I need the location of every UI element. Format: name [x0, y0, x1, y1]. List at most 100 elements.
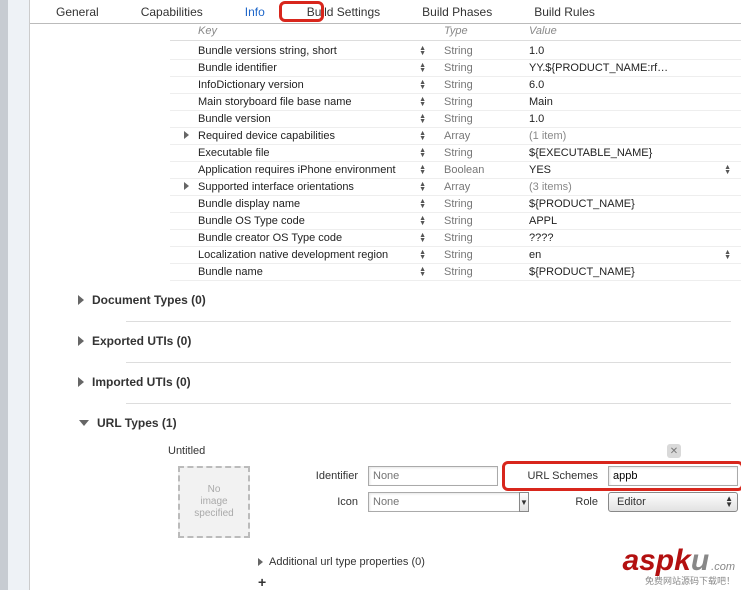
section-label: URL Types (1) — [97, 416, 177, 430]
stepper-icon[interactable] — [419, 131, 426, 141]
section-url-types[interactable]: URL Types (1) — [78, 416, 731, 430]
watermark-brand-red: aspk — [622, 544, 690, 577]
plist-table: Bundle versions string, shortString1.0Bu… — [170, 43, 741, 281]
plist-row[interactable]: InfoDictionary versionString6.0 — [170, 77, 741, 94]
tab-capabilities[interactable]: Capabilities — [135, 2, 209, 23]
stepper-icon[interactable] — [419, 46, 426, 56]
plist-type: String — [444, 215, 473, 227]
icon-combo-input[interactable] — [368, 492, 519, 512]
url-schemes-field[interactable] — [608, 466, 738, 486]
plist-header-value: Value — [525, 24, 741, 40]
plist-type: String — [444, 79, 473, 91]
plist-value: YY.${PRODUCT_NAME:rf… — [529, 62, 668, 74]
plist-key: Localization native development region — [198, 249, 388, 261]
gutter-edge — [0, 0, 8, 590]
stepper-icon[interactable] — [419, 267, 426, 277]
plist-key: Bundle creator OS Type code — [198, 232, 342, 244]
stepper-icon[interactable] — [419, 165, 426, 175]
plist-value: 1.0 — [529, 113, 544, 125]
stepper-icon[interactable] — [724, 250, 731, 260]
plist-row[interactable]: Bundle identifier String YY.${PRODUCT_NAME… — [170, 60, 741, 77]
plist-type: String — [444, 198, 473, 210]
disclosure-triangle-icon[interactable] — [184, 131, 189, 139]
tab-general[interactable]: General — [50, 2, 105, 23]
stepper-icon[interactable] — [419, 63, 426, 73]
tab-info[interactable]: Info — [239, 2, 271, 23]
plist-value: APPL — [529, 215, 557, 227]
disclosure-triangle-icon[interactable] — [184, 182, 189, 190]
stepper-icon[interactable] — [419, 148, 426, 158]
plist-row[interactable]: Bundle versionString1.0 — [170, 111, 741, 128]
watermark: aspku.com 免费网站源码下载吧！ — [622, 546, 735, 586]
project-navigator-gutter — [0, 0, 30, 590]
disclosure-triangle-icon — [258, 558, 263, 566]
plist-value: Main — [529, 96, 553, 108]
close-icon[interactable]: ✕ — [667, 444, 681, 458]
role-popup[interactable]: Editor — [608, 492, 738, 512]
plist-type: String — [444, 249, 473, 261]
watermark-subtitle: 免费网站源码下载吧！ — [622, 577, 735, 586]
section-label: Imported UTIs (0) — [92, 375, 191, 389]
plist-row[interactable]: Bundle versions string, shortString1.0 — [170, 43, 741, 60]
image-well-placeholder: No image specified — [194, 484, 233, 520]
icon-label: Icon — [288, 496, 358, 508]
plist-row[interactable]: Application requires iPhone environmentB… — [170, 162, 741, 179]
watermark-domain: .com — [711, 561, 735, 573]
plist-key: Supported interface orientations — [198, 181, 354, 193]
plist-row[interactable]: Bundle display nameString${PRODUCT_NAME} — [170, 196, 741, 213]
plist-key: Bundle OS Type code — [198, 215, 305, 227]
plist-row[interactable]: Executable fileString${EXECUTABLE_NAME} — [170, 145, 741, 162]
plist-type: String — [444, 147, 473, 159]
plist-value: (3 items) — [529, 181, 572, 193]
plist-key: Bundle versions string, short — [198, 45, 337, 57]
plist-value: 1.0 — [529, 45, 544, 57]
plist-row[interactable]: Bundle creator OS Type codeString???? — [170, 230, 741, 247]
plist-key: Bundle identifier — [198, 62, 277, 74]
plist-type: String — [444, 62, 473, 74]
watermark-brand-gray: u — [691, 544, 709, 577]
editor-content: General Capabilities Info Build Settings… — [30, 0, 741, 590]
disclosure-triangle-icon — [78, 295, 84, 305]
disclosure-triangle-icon — [78, 336, 84, 346]
section-exported-utis[interactable]: Exported UTIs (0) — [78, 334, 731, 348]
plist-key: Bundle version — [198, 113, 271, 125]
identifier-field[interactable] — [368, 466, 498, 486]
plist-row[interactable]: Main storyboard file base nameStringMain — [170, 94, 741, 111]
plist-row[interactable]: Bundle nameString${PRODUCT_NAME} — [170, 264, 741, 281]
stepper-icon[interactable] — [419, 199, 426, 209]
stepper-icon[interactable] — [419, 216, 426, 226]
plist-row[interactable]: Required device capabilitiesArray(1 item… — [170, 128, 741, 145]
disclosure-triangle-down-icon — [79, 420, 89, 426]
section-imported-utis[interactable]: Imported UTIs (0) — [78, 375, 731, 389]
stepper-icon[interactable] — [419, 182, 426, 192]
stepper-icon[interactable] — [419, 250, 426, 260]
plist-key: Bundle name — [198, 266, 263, 278]
icon-combo[interactable]: ▼ — [368, 492, 498, 512]
plist-value: ${EXECUTABLE_NAME} — [529, 147, 652, 159]
image-well[interactable]: No image specified — [178, 466, 250, 538]
plist-row[interactable]: Supported interface orientationsArray(3 … — [170, 179, 741, 196]
tab-build-phases[interactable]: Build Phases — [416, 2, 498, 23]
plist-key: Required device capabilities — [198, 130, 335, 142]
stepper-icon[interactable] — [419, 97, 426, 107]
divider — [126, 362, 731, 363]
stepper-icon[interactable] — [419, 233, 426, 243]
plist-key: InfoDictionary version — [198, 79, 304, 91]
plist-header-key: Key — [170, 24, 440, 40]
section-label: Exported UTIs (0) — [92, 334, 191, 348]
divider — [126, 403, 731, 404]
plist-row[interactable]: Localization native development region St… — [170, 247, 741, 264]
plist-value: ${PRODUCT_NAME} — [529, 266, 635, 278]
section-label: Document Types (0) — [92, 293, 206, 307]
plist-key: Application requires iPhone environment — [198, 164, 396, 176]
stepper-icon[interactable] — [724, 165, 731, 175]
stepper-icon[interactable] — [419, 80, 426, 90]
url-type-title: Untitled — [168, 445, 205, 457]
stepper-icon[interactable] — [419, 114, 426, 124]
plist-row[interactable]: Bundle OS Type code String APPL — [170, 213, 741, 230]
section-document-types[interactable]: Document Types (0) — [78, 293, 731, 307]
url-schemes-label: URL Schemes — [508, 470, 598, 482]
tab-build-settings[interactable]: Build Settings — [301, 2, 386, 23]
plist-value: (1 item) — [529, 130, 566, 142]
tab-build-rules[interactable]: Build Rules — [528, 2, 601, 23]
